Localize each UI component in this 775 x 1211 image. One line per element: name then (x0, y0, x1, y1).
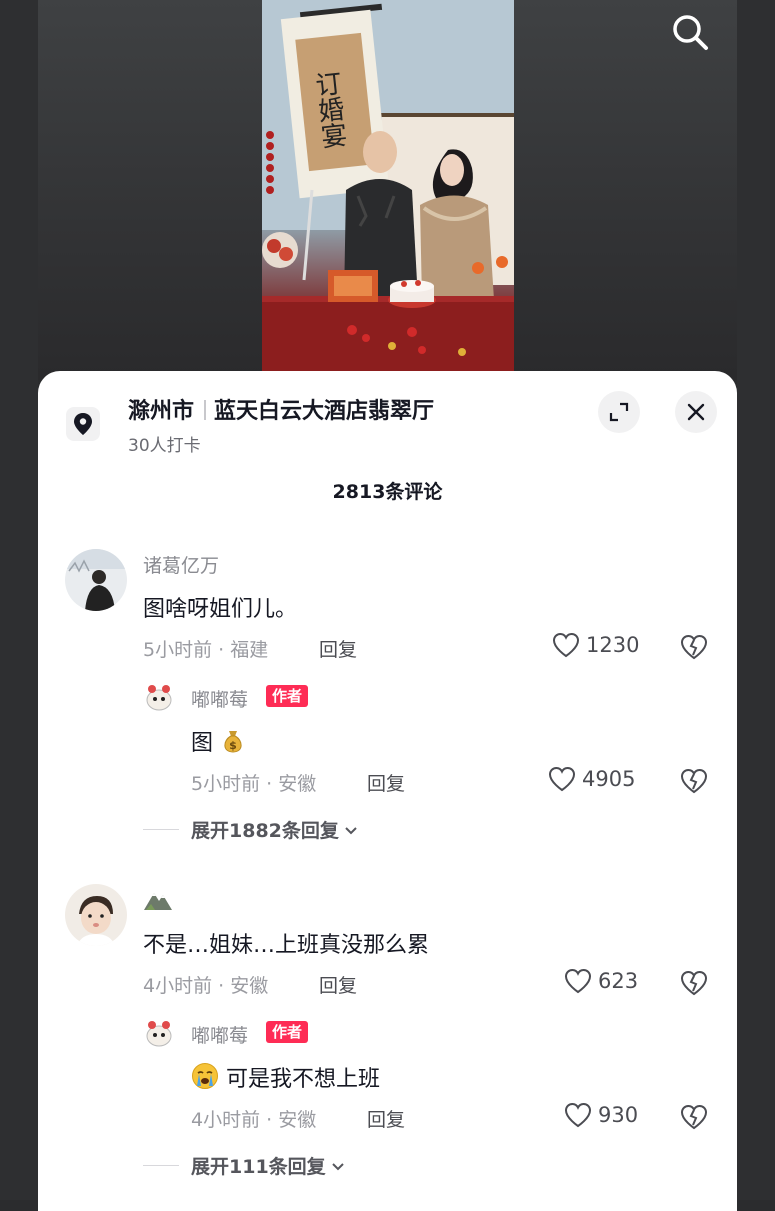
expand-label: 展开111条回复 (191, 1156, 326, 1178)
like-button[interactable]: 1230 (552, 632, 639, 658)
like-count: 4905 (582, 767, 636, 791)
reply-avatar[interactable] (143, 1017, 175, 1049)
avatar-photo (65, 549, 127, 611)
right-frame (737, 0, 775, 1200)
broken-heart-icon (680, 970, 708, 996)
dislike-button[interactable] (679, 766, 709, 796)
reply-text: 可是我不想上班 (226, 1067, 381, 1092)
mountain-emoji-icon (144, 893, 172, 910)
left-frame (0, 0, 38, 1200)
author-badge: 作者 (266, 685, 309, 707)
location-icon-wrap (66, 407, 100, 441)
like-count: 930 (598, 1103, 639, 1127)
location-pin-icon (74, 413, 92, 435)
like-button[interactable]: 623 (564, 968, 638, 994)
video-scene: 订婚宴 (262, 0, 514, 380)
expand-fullscreen-button[interactable] (598, 391, 640, 433)
location-divider (204, 400, 207, 420)
like-count: 623 (598, 969, 639, 993)
comment-text: 图啥呀姐们儿。 (143, 597, 298, 622)
reply-button[interactable]: 回复 (319, 635, 357, 662)
author-badge: 作者 (266, 1021, 309, 1043)
dislike-button[interactable] (679, 1102, 709, 1132)
location-checkins: 30人打卡 (128, 436, 201, 456)
dislike-button[interactable] (679, 632, 709, 662)
comment-text: 不是…姐妹…上班真没那么累 (143, 933, 430, 958)
reply-text-row: 图 $ (191, 725, 246, 757)
reply-text: 图 (191, 731, 214, 756)
like-button[interactable]: 930 (564, 1102, 638, 1128)
broken-heart-icon (680, 634, 708, 660)
reply-meta: 5小时前 · 安徽 (191, 773, 317, 795)
reply-username[interactable]: 嘟嘟莓 (191, 685, 248, 712)
comment-meta: 5小时前 · 福建 (143, 639, 269, 661)
like-count: 1230 (586, 633, 640, 657)
close-button[interactable] (675, 391, 717, 433)
reply-button[interactable]: 回复 (367, 1105, 405, 1132)
reply-meta: 4小时前 · 安徽 (191, 1109, 317, 1131)
reply-avatar[interactable] (143, 681, 175, 713)
expand-divider (143, 829, 179, 830)
chevron-down-icon (331, 1162, 344, 1170)
avatar-photo (65, 884, 127, 946)
expand-divider (143, 1165, 179, 1166)
comment-meta: 4小时前 · 安徽 (143, 975, 269, 997)
comments-sheet: 滁州市 蓝天白云大酒店翡翠厅 30人打卡 2813条评论 诸葛亿万 图啥呀姐们儿。… (38, 371, 737, 1211)
avatar[interactable] (65, 549, 127, 611)
broken-heart-icon (680, 1104, 708, 1130)
heart-icon (564, 1102, 592, 1128)
heart-icon (548, 766, 576, 792)
reply-text-row: 可是我不想上班 (191, 1061, 380, 1093)
heart-icon (564, 968, 592, 994)
svg-text:$: $ (229, 739, 237, 752)
location-city: 滁州市 (128, 399, 195, 424)
search-button[interactable] (668, 10, 712, 54)
avatar[interactable] (65, 884, 127, 946)
close-icon (687, 403, 705, 421)
reply-username[interactable]: 嘟嘟莓 (191, 1021, 248, 1048)
like-button[interactable]: 4905 (548, 766, 635, 792)
broken-heart-icon (680, 768, 708, 794)
expand-replies-button[interactable]: 展开1882条回复 (143, 816, 359, 843)
heart-icon (552, 632, 580, 658)
author-avatar-icon (143, 681, 175, 713)
money-bag-icon: $ (224, 731, 242, 753)
reply-button[interactable]: 回复 (319, 971, 357, 998)
search-icon (673, 15, 708, 50)
expand-label: 展开1882条回复 (191, 820, 339, 842)
comment-username-row[interactable] (143, 886, 173, 917)
author-avatar-icon (143, 1017, 175, 1049)
video-player[interactable]: 订婚宴 (262, 0, 514, 380)
reply-button[interactable]: 回复 (367, 769, 405, 796)
expand-replies-button[interactable]: 展开111条回复 (143, 1152, 346, 1179)
expand-icon (609, 402, 629, 422)
dislike-button[interactable] (679, 968, 709, 998)
location-venue: 蓝天白云大酒店翡翠厅 (214, 399, 435, 424)
chevron-down-icon (345, 826, 357, 834)
comment-username[interactable]: 诸葛亿万 (143, 551, 219, 578)
location-title[interactable]: 滁州市 蓝天白云大酒店翡翠厅 (128, 393, 434, 425)
crying-face-icon (192, 1063, 218, 1089)
comments-count: 2813条评论 (332, 481, 443, 503)
